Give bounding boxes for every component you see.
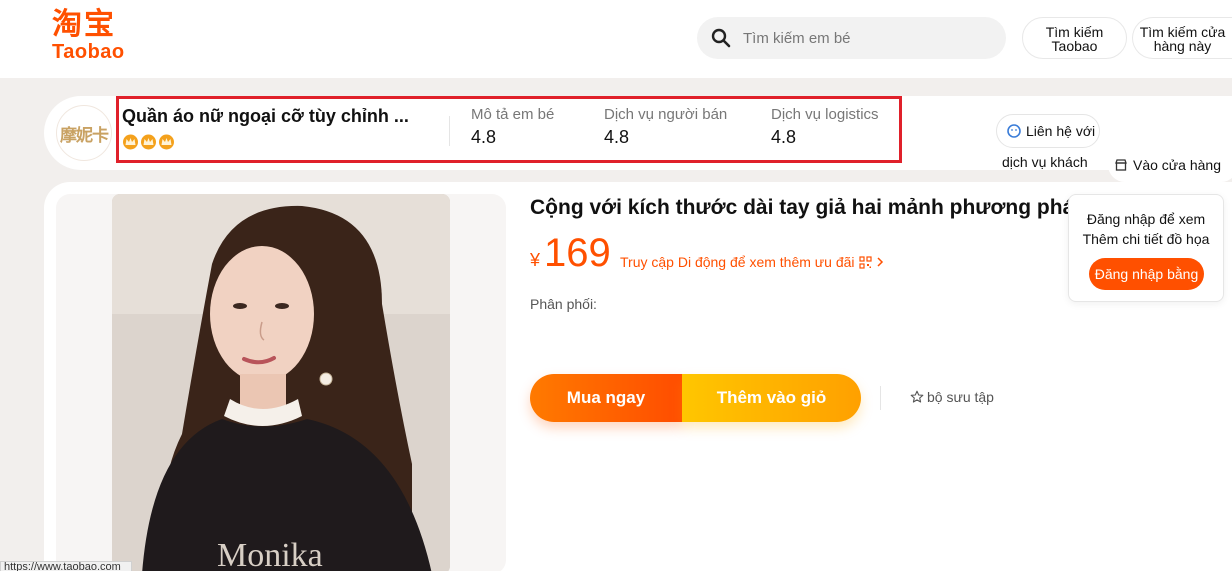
score-description: Mô tả em bé 4.8 [471, 106, 554, 148]
shop-logo-text: 摩妮卡 [60, 126, 109, 146]
collect-label: bộ sưu tập [927, 389, 994, 405]
contact-sublabel[interactable]: dịch vụ khách [1002, 154, 1088, 170]
search-taobao-label: Tìm kiếm Taobao [1045, 24, 1104, 54]
login-popup: Đăng nhập để xem Thêm chi tiết đồ họa Đă… [1068, 194, 1224, 302]
crown-icon [123, 134, 138, 150]
photo-brand-text: Monika [217, 537, 323, 571]
action-divider [880, 386, 881, 410]
buy-now-button[interactable]: Mua ngay [530, 374, 682, 422]
chevron-right-icon [877, 257, 883, 267]
logo-english-text: Taobao [52, 41, 125, 63]
shop-crown-rating [122, 134, 175, 150]
contact-label: Liên hệ với [1026, 123, 1096, 139]
mobile-promo-link[interactable]: Truy cập Di động để xem thêm ưu đãi [620, 254, 884, 270]
product-title: Cộng với kích thước dài tay giả hai mảnh… [530, 196, 1088, 219]
collect-button[interactable]: bộ sưu tập [910, 389, 994, 405]
product-main-image[interactable]: Monika [112, 194, 450, 571]
store-icon [1115, 159, 1127, 171]
search-store-label: Tìm kiếm cửa hàng này [1139, 24, 1226, 54]
search-icon[interactable] [711, 28, 731, 48]
top-header: 淘宝 Taobao Tìm kiếm Taobao Tìm kiếm cửa h… [0, 0, 1232, 78]
score-label: Dịch vụ logistics [771, 106, 879, 123]
login-button[interactable]: Đăng nhập bằng [1089, 258, 1204, 290]
shop-name[interactable]: Quần áo nữ ngoại cỡ tùy chỉnh ... [122, 106, 409, 127]
taobao-logo[interactable]: 淘宝 Taobao [52, 8, 142, 68]
score-label: Mô tả em bé [471, 106, 555, 123]
search-bar[interactable] [697, 17, 1006, 59]
price-block: ¥ 169 [530, 231, 611, 275]
score-seller-service: Dịch vụ người bán 4.8 [604, 106, 727, 148]
login-line-2: Thêm chi tiết đồ họa [1082, 231, 1210, 247]
search-input[interactable] [743, 17, 993, 59]
star-icon [910, 390, 924, 403]
crown-icon [159, 134, 174, 150]
add-to-cart-button[interactable]: Thêm vào giỏ [682, 374, 861, 422]
shop-logo[interactable]: 摩妮卡 [56, 105, 112, 161]
score-value: 4.8 [471, 127, 497, 147]
store-label: Vào cửa hàng [1133, 157, 1221, 173]
model-photo-illustration: Monika [112, 194, 450, 571]
add-to-cart-label: Thêm vào giỏ [716, 388, 827, 407]
shop-info-bar: 摩妮卡 Quần áo nữ ngoại cỡ tùy chỉnh ... Mô… [44, 96, 1232, 182]
shop-divider [449, 116, 450, 146]
promo-text: Truy cập Di động để xem thêm ưu đãi [620, 254, 855, 270]
score-label: Dịch vụ người bán [604, 106, 728, 123]
browser-status-bar: https://www.taobao.com [0, 561, 132, 571]
login-button-label: Đăng nhập bằng [1094, 266, 1199, 282]
crown-icon [141, 134, 156, 150]
buy-now-label: Mua ngay [566, 388, 646, 407]
search-store-button[interactable]: Tìm kiếm cửa hàng này [1132, 17, 1232, 59]
currency-symbol: ¥ [530, 250, 541, 270]
headset-icon [1007, 124, 1021, 138]
enter-store-button[interactable]: Vào cửa hàng [1108, 148, 1232, 182]
qr-code-icon [858, 255, 872, 269]
score-logistics: Dịch vụ logistics 4.8 [771, 106, 879, 148]
logo-chinese-text: 淘宝 [52, 7, 116, 42]
distribution-label: Phân phối: [530, 296, 597, 312]
score-value: 4.8 [604, 127, 630, 147]
score-value: 4.8 [771, 127, 797, 147]
contact-service-button[interactable]: Liên hệ với [996, 114, 1100, 148]
login-line-1: Đăng nhập để xem [1086, 211, 1206, 227]
login-message: Đăng nhập để xem Thêm chi tiết đồ họa [1069, 209, 1223, 249]
search-taobao-button[interactable]: Tìm kiếm Taobao [1022, 17, 1127, 59]
product-price: 169 [544, 231, 611, 275]
